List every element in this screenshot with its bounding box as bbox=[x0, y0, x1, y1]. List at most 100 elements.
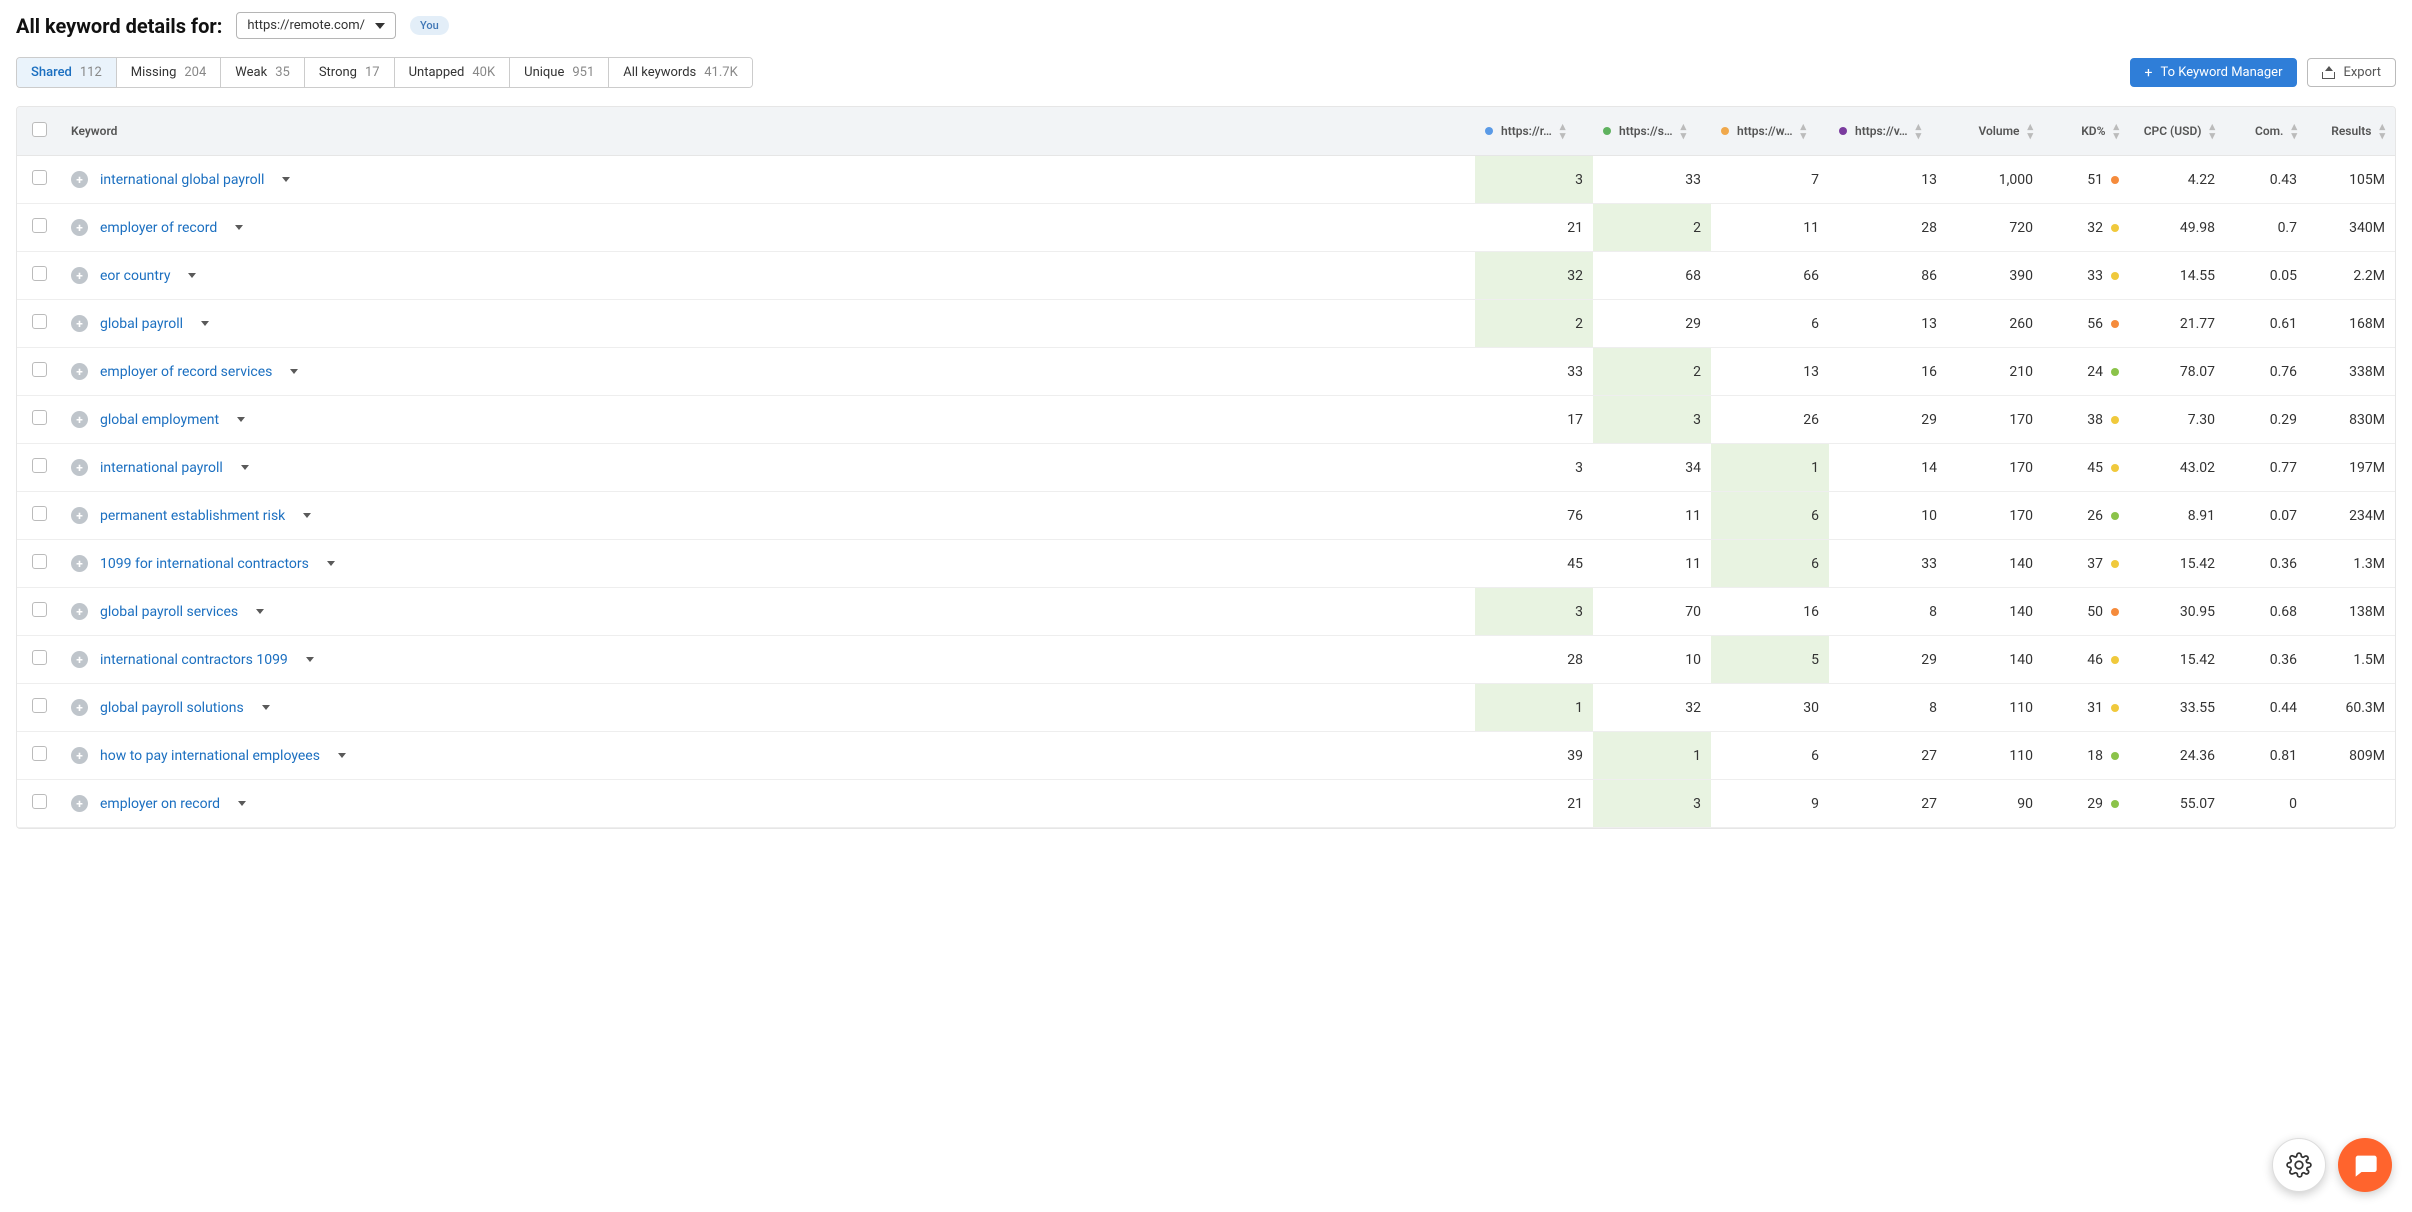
col-comp-3[interactable]: https://v… ▴▾ bbox=[1829, 107, 1947, 156]
add-keyword-icon[interactable]: + bbox=[71, 411, 88, 428]
chat-fab[interactable] bbox=[2338, 1138, 2392, 1192]
chevron-down-icon[interactable] bbox=[282, 177, 290, 182]
results-value: 138M bbox=[2307, 588, 2395, 636]
row-checkbox[interactable] bbox=[32, 266, 47, 281]
col-keyword[interactable]: Keyword bbox=[61, 107, 1475, 156]
row-checkbox[interactable] bbox=[32, 650, 47, 665]
cpc-value: 24.36 bbox=[2129, 732, 2225, 780]
add-keyword-icon[interactable]: + bbox=[71, 555, 88, 572]
comp-value: 1 bbox=[1475, 684, 1593, 732]
add-keyword-icon[interactable]: + bbox=[71, 171, 88, 188]
add-keyword-icon[interactable]: + bbox=[71, 699, 88, 716]
col-comp-1[interactable]: https://s… ▴▾ bbox=[1593, 107, 1711, 156]
add-keyword-icon[interactable]: + bbox=[71, 651, 88, 668]
chevron-down-icon[interactable] bbox=[338, 753, 346, 758]
comp-value: 6 bbox=[1711, 492, 1829, 540]
tab-weak[interactable]: Weak35 bbox=[221, 58, 305, 87]
keyword-link[interactable]: global payroll services bbox=[100, 604, 238, 620]
chevron-down-icon[interactable] bbox=[241, 465, 249, 470]
table-row: +permanent establishment risk76116101702… bbox=[17, 492, 2395, 540]
kd-value: 33 bbox=[2087, 268, 2103, 284]
comp-value: 2 bbox=[1593, 348, 1711, 396]
col-com[interactable]: Com. ▴▾ bbox=[2225, 107, 2307, 156]
chevron-down-icon[interactable] bbox=[235, 225, 243, 230]
add-keyword-icon[interactable]: + bbox=[71, 315, 88, 332]
col-cpc[interactable]: CPC (USD) ▴▾ bbox=[2129, 107, 2225, 156]
add-keyword-icon[interactable]: + bbox=[71, 267, 88, 284]
tab-untapped[interactable]: Untapped40K bbox=[395, 58, 511, 87]
settings-fab[interactable] bbox=[2272, 1138, 2326, 1192]
tab-strong[interactable]: Strong17 bbox=[305, 58, 395, 87]
keyword-link[interactable]: international global payroll bbox=[100, 172, 264, 188]
keyword-link[interactable]: permanent establishment risk bbox=[100, 508, 285, 524]
cpc-value: 14.55 bbox=[2129, 252, 2225, 300]
chevron-down-icon[interactable] bbox=[256, 609, 264, 614]
comp-value: 11 bbox=[1593, 492, 1711, 540]
chevron-down-icon[interactable] bbox=[201, 321, 209, 326]
chevron-down-icon[interactable] bbox=[306, 657, 314, 662]
keyword-link[interactable]: global payroll bbox=[100, 316, 183, 332]
row-checkbox[interactable] bbox=[32, 698, 47, 713]
chevron-down-icon[interactable] bbox=[262, 705, 270, 710]
keyword-link[interactable]: international payroll bbox=[100, 460, 223, 476]
chevron-down-icon[interactable] bbox=[188, 273, 196, 278]
keyword-link[interactable]: global payroll solutions bbox=[100, 700, 244, 716]
tab-shared[interactable]: Shared112 bbox=[17, 58, 117, 87]
keyword-link[interactable]: global employment bbox=[100, 412, 219, 428]
add-keyword-icon[interactable]: + bbox=[71, 603, 88, 620]
row-checkbox[interactable] bbox=[32, 554, 47, 569]
chevron-down-icon[interactable] bbox=[303, 513, 311, 518]
keyword-link[interactable]: employer of record services bbox=[100, 364, 272, 380]
tab-all-keywords[interactable]: All keywords41.7K bbox=[609, 58, 751, 87]
keyword-link[interactable]: how to pay international employees bbox=[100, 748, 320, 764]
keyword-link[interactable]: 1099 for international contractors bbox=[100, 556, 309, 572]
keyword-link[interactable]: employer of record bbox=[100, 220, 217, 236]
row-checkbox[interactable] bbox=[32, 410, 47, 425]
dot-icon bbox=[1721, 127, 1729, 135]
sort-icon: ▴▾ bbox=[2379, 121, 2385, 141]
comp-value: 11 bbox=[1711, 204, 1829, 252]
chevron-down-icon[interactable] bbox=[238, 801, 246, 806]
col-kd[interactable]: KD% ▴▾ bbox=[2043, 107, 2129, 156]
tab-missing[interactable]: Missing204 bbox=[117, 58, 222, 87]
col-comp-2[interactable]: https://w… ▴▾ bbox=[1711, 107, 1829, 156]
comp-value: 6 bbox=[1711, 732, 1829, 780]
col-comp-0[interactable]: https://r… ▴▾ bbox=[1475, 107, 1593, 156]
col-results[interactable]: Results ▴▾ bbox=[2307, 107, 2395, 156]
keywords-table: Keyword https://r… ▴▾ https://s… bbox=[17, 107, 2395, 828]
chevron-down-icon[interactable] bbox=[237, 417, 245, 422]
col-volume[interactable]: Volume ▴▾ bbox=[1947, 107, 2043, 156]
row-checkbox[interactable] bbox=[32, 170, 47, 185]
row-checkbox[interactable] bbox=[32, 314, 47, 329]
keyword-link[interactable]: employer on record bbox=[100, 796, 220, 812]
chevron-down-icon[interactable] bbox=[290, 369, 298, 374]
add-keyword-icon[interactable]: + bbox=[71, 459, 88, 476]
kd-dot-icon bbox=[2111, 272, 2119, 280]
keyword-link[interactable]: international contractors 1099 bbox=[100, 652, 288, 668]
add-keyword-icon[interactable]: + bbox=[71, 363, 88, 380]
results-value: 234M bbox=[2307, 492, 2395, 540]
cpc-value: 49.98 bbox=[2129, 204, 2225, 252]
add-keyword-icon[interactable]: + bbox=[71, 747, 88, 764]
domain-select[interactable]: https://remote.com/ bbox=[236, 12, 396, 39]
row-checkbox[interactable] bbox=[32, 602, 47, 617]
add-keyword-icon[interactable]: + bbox=[71, 219, 88, 236]
export-button[interactable]: Export bbox=[2307, 58, 2396, 87]
to-keyword-manager-button[interactable]: + To Keyword Manager bbox=[2130, 58, 2298, 87]
sort-icon: ▴▾ bbox=[2209, 121, 2215, 141]
keyword-link[interactable]: eor country bbox=[100, 268, 170, 284]
chevron-down-icon[interactable] bbox=[327, 561, 335, 566]
tab-unique[interactable]: Unique951 bbox=[510, 58, 609, 87]
comp-value: 1 bbox=[1593, 732, 1711, 780]
chevron-down-icon bbox=[375, 23, 385, 29]
row-checkbox[interactable] bbox=[32, 458, 47, 473]
add-keyword-icon[interactable]: + bbox=[71, 795, 88, 812]
results-value: 1.5M bbox=[2307, 636, 2395, 684]
row-checkbox[interactable] bbox=[32, 218, 47, 233]
row-checkbox[interactable] bbox=[32, 362, 47, 377]
row-checkbox[interactable] bbox=[32, 746, 47, 761]
add-keyword-icon[interactable]: + bbox=[71, 507, 88, 524]
select-all-checkbox[interactable] bbox=[32, 122, 47, 137]
row-checkbox[interactable] bbox=[32, 794, 47, 809]
row-checkbox[interactable] bbox=[32, 506, 47, 521]
